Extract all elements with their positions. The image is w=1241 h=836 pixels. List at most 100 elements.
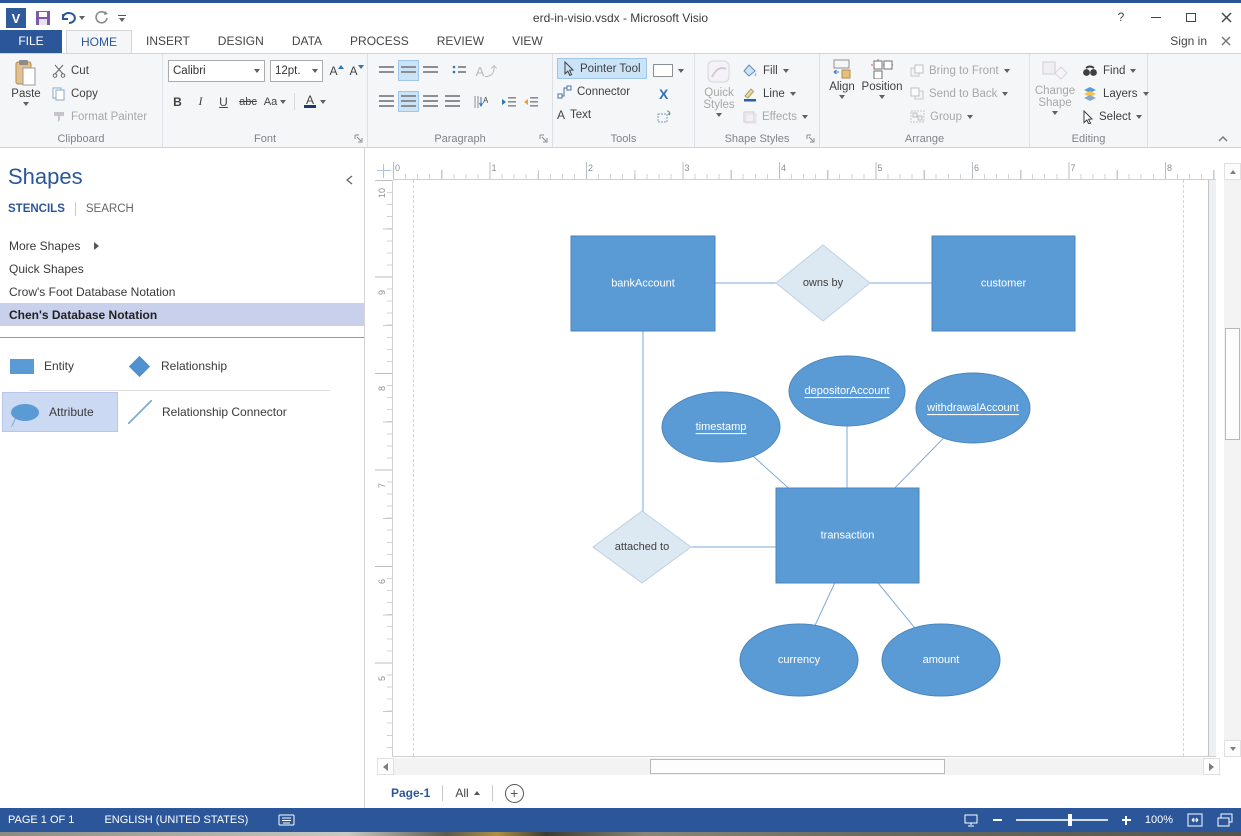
send-to-back-button[interactable]: Send to Back [910,83,1008,104]
scroll-up-icon[interactable] [1224,163,1241,180]
zoom-level[interactable]: 100% [1145,814,1173,826]
master-attribute[interactable]: Attribute [2,392,118,432]
group-button[interactable]: Group [910,106,973,127]
page-indicator[interactable]: PAGE 1 OF 1 [8,814,74,826]
horizontal-scroll-thumb[interactable] [650,759,945,774]
stencil-list: More ShapesQuick ShapesCrow's Foot Datab… [0,234,364,326]
paragraph-dialog-launcher-icon[interactable] [539,134,549,144]
stencil-item[interactable]: Quick Shapes [0,257,364,280]
align-button[interactable]: Align [824,59,860,99]
scroll-right-icon[interactable] [1203,758,1220,775]
font-family-select[interactable]: Calibri [168,60,265,82]
vertical-scrollbar[interactable] [1224,163,1241,757]
paste-button[interactable]: Paste [6,59,46,106]
stencil-item[interactable]: Crow's Foot Database Notation [0,280,364,303]
bullets-button[interactable] [448,60,469,81]
justify-button[interactable] [442,91,463,112]
tab-insert[interactable]: INSERT [132,30,204,53]
change-shape-button[interactable]: Change Shape [1032,59,1078,115]
tab-data[interactable]: DATA [278,30,336,53]
tab-review[interactable]: REVIEW [423,30,498,53]
text-tool-button[interactable]: A Text [557,104,591,125]
increase-indent-button[interactable] [520,91,541,112]
switch-windows-icon[interactable] [1217,813,1233,827]
font-dialog-launcher-icon[interactable] [354,134,364,144]
all-pages-button[interactable]: All [455,786,479,800]
tab-design[interactable]: DESIGN [204,30,278,53]
line-button[interactable]: Line [742,83,796,104]
shape-styles-dialog-launcher-icon[interactable] [806,134,816,144]
sign-in-link[interactable]: Sign in [1170,34,1207,48]
master-relationship[interactable]: Relationship [120,346,290,386]
format-painter-button[interactable]: Format Painter [52,106,147,127]
zoom-slider-thumb[interactable] [1068,814,1072,826]
keyboard-language-icon[interactable] [278,813,295,827]
bold-button[interactable]: B [167,91,188,112]
scroll-left-icon[interactable] [377,758,394,775]
font-color-button[interactable]: A [300,91,330,112]
copy-button[interactable]: Copy [52,83,98,104]
page-tab[interactable]: Page-1 [391,786,430,800]
collapse-panel-icon[interactable] [345,174,354,186]
quick-styles-button[interactable]: Quick Styles [698,59,740,117]
zoom-slider[interactable] [1016,819,1108,821]
decrease-indent-button[interactable] [498,91,519,112]
presentation-mode-icon[interactable] [963,813,979,827]
horizontal-scrollbar[interactable] [377,758,1220,775]
zoom-in-icon[interactable] [1122,816,1131,825]
pointer-tool-button[interactable]: Pointer Tool [557,58,647,79]
underline-button[interactable]: U [213,91,234,112]
align-top-button[interactable] [376,60,397,81]
master-connector[interactable]: Relationship Connector [120,392,290,432]
tab-view[interactable]: VIEW [498,30,557,53]
attribute-label: currency [778,654,821,666]
tab-search[interactable]: SEARCH [86,203,134,215]
tab-stencils[interactable]: STENCILS [8,203,65,215]
add-page-button[interactable]: + [505,784,524,803]
grow-font-button[interactable]: A [326,60,347,81]
align-right-button[interactable] [420,91,441,112]
zoom-out-icon[interactable] [993,819,1002,821]
italic-button[interactable]: I [190,91,211,112]
drawing-page[interactable]: bankAccountcustomertransactionowns byatt… [393,180,1216,757]
change-case-button[interactable]: Aa [262,91,288,112]
copy-icon [52,87,66,101]
align-center-button[interactable] [398,91,419,112]
connector-tool-button[interactable]: Connector [557,81,630,102]
layers-button[interactable]: Layers [1082,83,1149,104]
scroll-down-icon[interactable] [1224,740,1241,757]
tab-process[interactable]: PROCESS [336,30,423,53]
stencil-item[interactable]: Chen's Database Notation [0,303,364,326]
font-size-select[interactable]: 12pt. [270,60,323,82]
transform-tool-button[interactable] [655,106,672,127]
text-rotate-button[interactable]: A⤴ [476,60,497,81]
cut-button[interactable]: Cut [52,60,89,81]
stencil-item[interactable]: More Shapes [0,234,364,257]
shrink-font-button[interactable]: A [346,60,367,81]
close-button[interactable] [1217,9,1235,25]
language-indicator[interactable]: ENGLISH (UNITED STATES) [104,814,248,826]
fill-button[interactable]: Fill [742,60,789,81]
rectangle-tool-button[interactable] [653,60,684,81]
select-button[interactable]: Select [1082,106,1142,127]
align-middle-button[interactable] [398,60,419,81]
collapse-ribbon-icon[interactable] [1217,135,1229,143]
text-direction-button[interactable]: A [470,91,491,112]
master-entity[interactable]: Entity [2,346,118,386]
help-button[interactable]: ? [1112,9,1130,25]
strikethrough-button[interactable]: abc [236,91,260,112]
close-document-icon[interactable] [1221,36,1231,46]
position-button[interactable]: Position [862,59,902,99]
tab-file[interactable]: FILE [0,30,62,53]
vertical-scroll-thumb[interactable] [1225,328,1240,440]
minimize-button[interactable] [1147,9,1165,25]
align-left-button[interactable] [376,91,397,112]
find-button[interactable]: Find [1082,60,1136,81]
maximize-button[interactable] [1182,9,1200,25]
bring-to-front-button[interactable]: Bring to Front [910,60,1010,81]
effects-button[interactable]: Effects [742,106,808,127]
fit-page-icon[interactable] [1187,813,1203,827]
align-bottom-button[interactable] [420,60,441,81]
tab-home[interactable]: HOME [66,30,132,53]
connection-point-tool-button[interactable]: X [659,83,668,104]
